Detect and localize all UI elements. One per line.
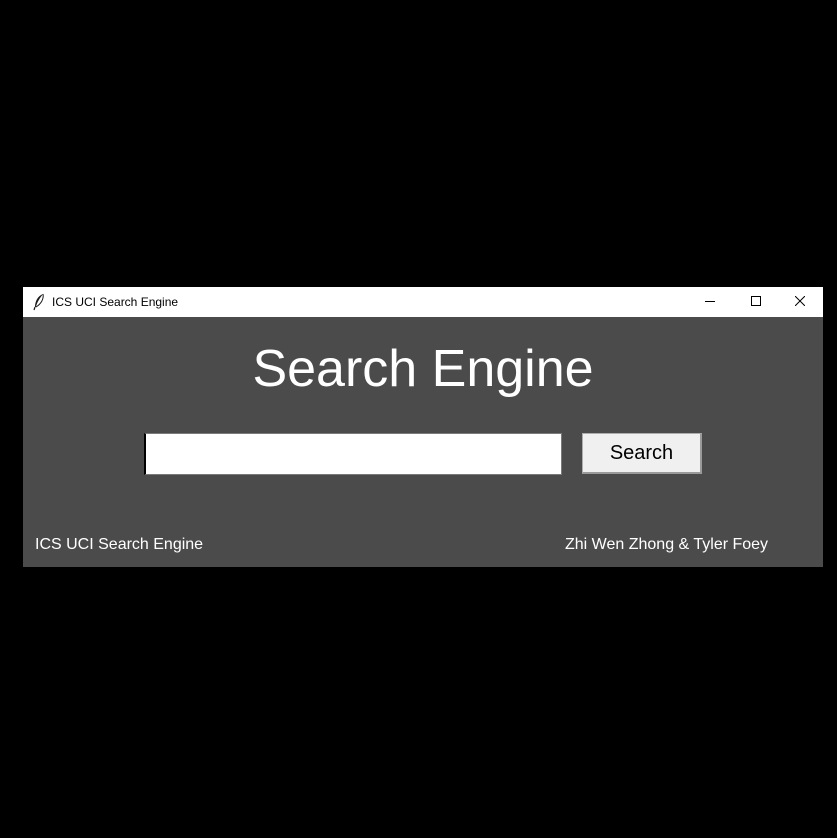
search-button[interactable]: Search [582, 433, 702, 474]
minimize-icon [705, 293, 715, 311]
close-button[interactable] [777, 287, 823, 317]
app-window: ICS UCI Search Engine Search Engine Sear… [23, 287, 823, 567]
feather-icon [32, 293, 46, 311]
window-title: ICS UCI Search Engine [52, 295, 179, 309]
title-bar[interactable]: ICS UCI Search Engine [23, 287, 823, 317]
main-panel: Search Engine Search ICS UCI Search Engi… [23, 317, 823, 567]
page-title: Search Engine [252, 340, 594, 398]
close-icon [794, 293, 806, 311]
footer-authors: Zhi Wen Zhong & Tyler Foey [565, 536, 769, 553]
search-input[interactable] [144, 433, 562, 475]
maximize-icon [751, 293, 761, 311]
minimize-button[interactable] [687, 287, 733, 317]
maximize-button[interactable] [733, 287, 779, 317]
footer-app-name: ICS UCI Search Engine [35, 536, 204, 553]
